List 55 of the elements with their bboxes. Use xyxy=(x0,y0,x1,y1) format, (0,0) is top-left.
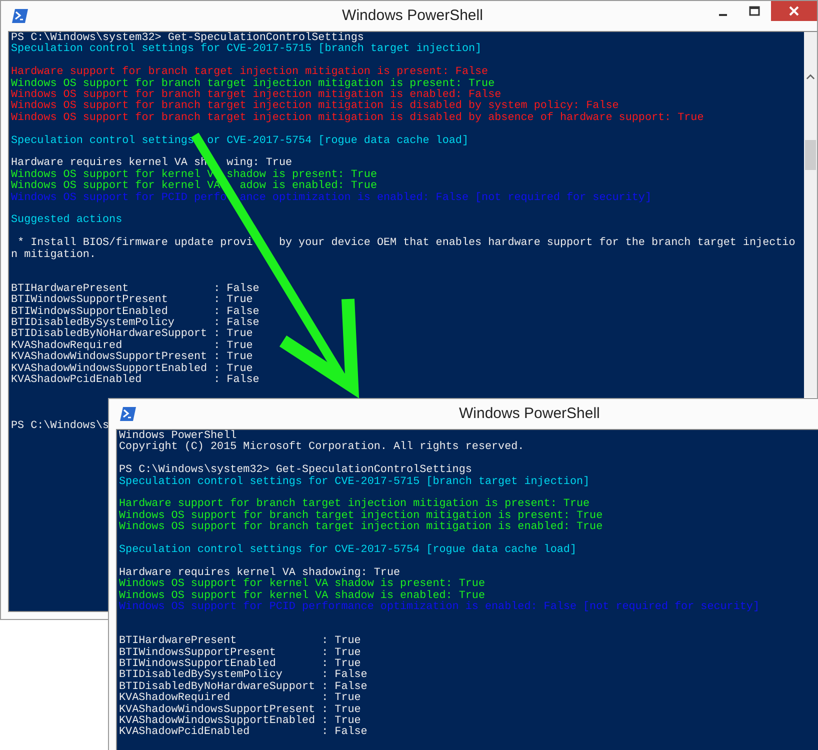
console-line: Windows OS support for branch target injection mitigation is present: True xyxy=(11,78,495,90)
prompt-icon xyxy=(120,407,136,421)
console-line: Speculation control settings for CVE-2017-5754 [rogue data cache load] xyxy=(119,545,578,556)
console-line: Windows OS support for PCID perfo ance optimization is enabled: False [not required for security] xyxy=(11,192,652,204)
console-line: BTIHardwarePresent : False xyxy=(11,284,260,295)
console-line: Hardware support for branch target injection mitigation is present: True xyxy=(119,499,591,510)
console-line: BTIWindowsSupportEnabled : True xyxy=(119,659,361,670)
console-line: BTIDisabledBySystemPolicy : False xyxy=(119,670,368,682)
console-line: KVAShadowWindowsSupportPresent : True xyxy=(11,352,254,364)
console-line: Hardware support for branch target injection mitigation is present: False xyxy=(11,67,490,78)
console-line: Windows OS support for branch target injection mitigation is disabled by absence of hardware support: True xyxy=(11,112,705,124)
console-line: Windows OS support for branch target injection mitigation is enabled: True xyxy=(119,522,604,534)
console-line: Windows OS support for branch target injection mitigation is disabled by system policy: False xyxy=(11,101,620,112)
console-line: Windows OS support for PCID performance optimization is enabled: False [not required for security] xyxy=(119,602,760,614)
console-line: BTIDisabledBySystemPolicy : False xyxy=(11,318,260,330)
console-line: BTIHardwarePresent : True xyxy=(119,636,362,648)
console-line: KVAShadowWindowsSupportEnabled : True xyxy=(11,364,253,375)
console-line: PS C:\Windows\system32> Get-SpeculationControlSettings xyxy=(11,33,365,44)
console-line: KVAShadowRequired : True xyxy=(119,693,362,704)
console-line: KVAShadowPcidEnabled : False xyxy=(11,375,260,386)
console-line: Hardware requires kernel VA shadowing: True xyxy=(119,568,401,579)
console-line: KVAShadowRequired : True xyxy=(11,340,254,352)
console-line: Windows OS support for kernel VA adow is enabled: True xyxy=(11,181,378,192)
console-line: Copyright (C) 2015 Microsoft Corporation. All rights reserved. xyxy=(119,442,526,454)
console-line: BTIWindowsSupportPresent : True xyxy=(119,648,362,659)
window-title: Windows PowerShell xyxy=(459,405,600,422)
console-line: BTIWindowsSupportEnabled : False xyxy=(11,306,260,318)
close-icon xyxy=(788,5,800,17)
console-line: Hardware requires kernel VA sh wing: True xyxy=(11,158,294,170)
console-line: Suggested actions xyxy=(11,215,124,227)
console-line: Windows OS support for branch target injection mitigation is enabled: False xyxy=(11,90,502,102)
prompt-icon xyxy=(12,9,28,23)
scroll-thumb[interactable] xyxy=(805,140,816,170)
console-line: BTIDisabledByNoHardwareSupport : True xyxy=(11,329,254,340)
console-line: Speculation control settings or CVE-2017-5754 [rogue data cache load] xyxy=(11,136,470,148)
maximize-icon xyxy=(748,6,760,16)
console-line: Speculation control settings for CVE-2017-5715 [branch target injection] xyxy=(11,44,483,56)
console-line: BTIDisabledByNoHardwareSupport : False xyxy=(119,682,368,693)
console-line: KVAShadowWindowsSupportPresent : True xyxy=(119,704,362,716)
console-line: KVAShadowPcidEnabled : False xyxy=(119,727,368,739)
console-line: KVAShadowWindowsSupportEnabled : True xyxy=(119,716,361,728)
console-line: Windows OS support for kernel VA shadow is enabled: True xyxy=(119,590,486,602)
console-line: PS C:\Windows\s xyxy=(11,420,110,432)
console-line: Windows PowerShell xyxy=(119,431,238,442)
console-line: BTIWindowsSupportPresent : True xyxy=(11,295,253,306)
console-line: Speculation control settings for CVE-2017-5715 [branch target injection] xyxy=(119,476,591,488)
console-line: Windows OS support for kernel VA shadow is present: True xyxy=(119,579,486,590)
console-line: Windows OS support for branch target injection mitigation is present: True xyxy=(119,510,604,522)
console-line: PS C:\Windows\system32> Get-SpeculationControlSettings xyxy=(119,465,473,476)
scrollbar[interactable] xyxy=(804,32,817,397)
console-line: * Install BIOS/firmware update provi by your device OEM that enables hardware support for the branch target injectio xyxy=(16,238,796,250)
console-line: n mitigation. xyxy=(11,250,97,262)
close-button[interactable] xyxy=(771,1,817,21)
minimize-icon xyxy=(719,14,727,16)
window-title: Windows PowerShell xyxy=(342,7,483,24)
